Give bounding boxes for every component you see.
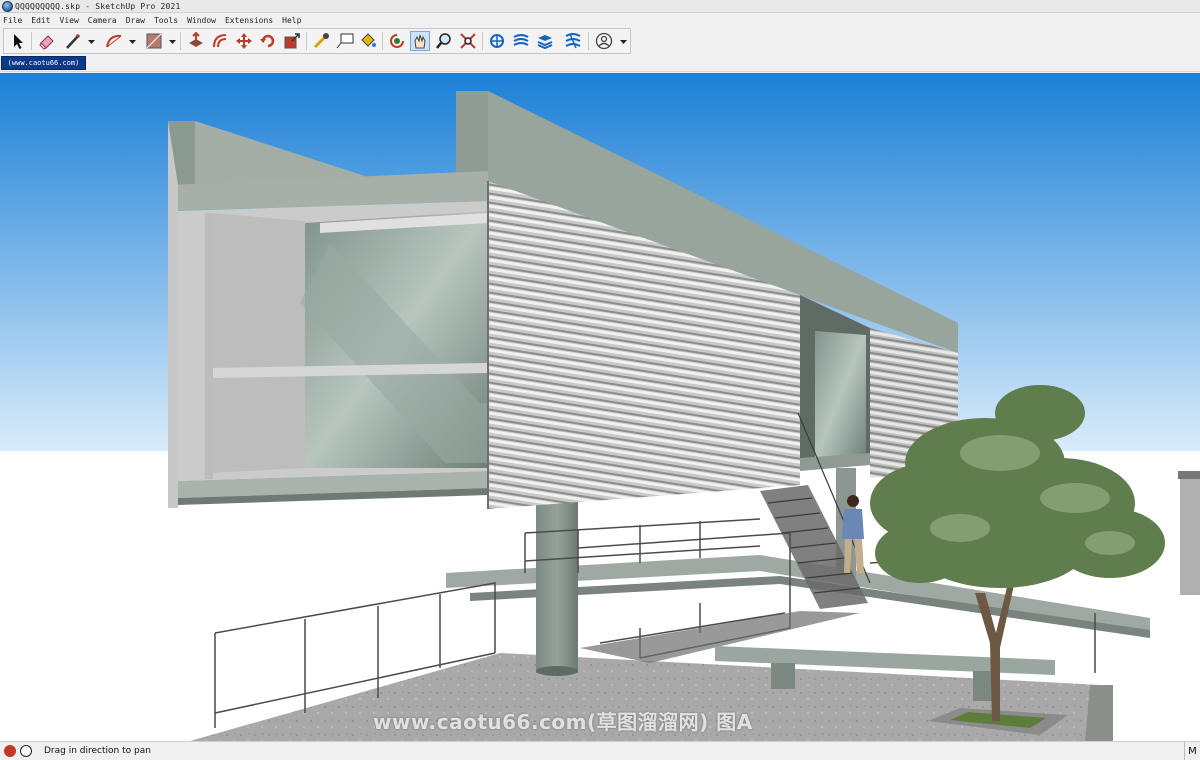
offset-icon xyxy=(213,34,227,48)
orbit-icon xyxy=(390,34,404,48)
zoom-icon xyxy=(436,33,451,49)
title-bar: QQQQQQQQQ.skp - SketchUp Pro 2021 xyxy=(0,0,1200,13)
menu-help[interactable]: Help xyxy=(282,16,301,25)
sketchup-app-icon xyxy=(2,0,13,12)
rotate-tool-button[interactable] xyxy=(258,31,278,51)
line-dropdown-icon[interactable] xyxy=(88,38,95,45)
orbit-tool-button[interactable] xyxy=(387,31,407,51)
move-icon xyxy=(236,33,252,49)
layout-button[interactable] xyxy=(535,31,555,51)
pan-icon xyxy=(414,34,426,49)
menu-extensions[interactable]: Extensions xyxy=(225,16,273,25)
move-tool-button[interactable] xyxy=(234,31,254,51)
line-tool-button[interactable] xyxy=(63,31,83,51)
select-icon xyxy=(14,34,23,49)
select-tool-button[interactable] xyxy=(8,31,28,51)
warehouse-icon xyxy=(490,34,504,48)
extension-manager-icon xyxy=(565,33,581,49)
status-message: Drag in direction to pan xyxy=(44,746,151,756)
extension-manager-button[interactable] xyxy=(563,31,583,51)
extension-warehouse-icon xyxy=(513,34,529,46)
menu-window[interactable]: Window xyxy=(187,16,216,25)
measurements-box[interactable]: M xyxy=(1184,742,1200,760)
geo-location-icon[interactable] xyxy=(4,745,16,757)
menu-edit[interactable]: Edit xyxy=(31,16,50,25)
toolbar xyxy=(0,27,1200,55)
warehouse-button[interactable] xyxy=(487,31,507,51)
window-title: QQQQQQQQQ.skp - SketchUp Pro 2021 xyxy=(15,1,181,11)
rectangle-icon xyxy=(146,33,162,49)
extension-warehouse-button[interactable] xyxy=(511,31,531,51)
arc-tool-button[interactable] xyxy=(104,31,124,51)
paint-bucket-icon xyxy=(361,33,376,47)
account-dropdown-icon[interactable] xyxy=(620,38,627,45)
paint-bucket-tool-button[interactable] xyxy=(358,31,378,51)
menu-camera[interactable]: Camera xyxy=(88,16,117,25)
menu-tools[interactable]: Tools xyxy=(154,16,178,25)
rectangle-tool-button[interactable] xyxy=(144,31,164,51)
info-icon[interactable] xyxy=(20,745,32,757)
zoom-tool-button[interactable] xyxy=(434,31,454,51)
zoom-extents-tool-button[interactable] xyxy=(458,31,478,51)
scene-tab[interactable]: (www.caotu66.com) xyxy=(1,56,86,70)
pan-tool-button[interactable] xyxy=(410,31,430,51)
status-bar: Drag in direction to pan M xyxy=(0,741,1200,760)
modeling-viewport[interactable]: www.caotu66.com(草图溜溜网) 图A xyxy=(0,73,1200,741)
arc-icon xyxy=(106,34,122,48)
push-pull-tool-button[interactable] xyxy=(186,31,206,51)
eraser-tool-button[interactable] xyxy=(37,31,57,51)
account-button[interactable] xyxy=(594,31,614,51)
text-icon xyxy=(336,33,354,49)
zoom-extents-icon xyxy=(460,33,476,49)
menu-bar: File Edit View Camera Draw Tools Window … xyxy=(0,13,1200,27)
text-tool-button[interactable] xyxy=(335,31,355,51)
menu-file[interactable]: File xyxy=(3,16,22,25)
tape-measure-icon xyxy=(313,33,329,49)
eraser-icon xyxy=(39,35,54,50)
menu-draw[interactable]: Draw xyxy=(126,16,145,25)
line-icon xyxy=(66,34,80,49)
arc-dropdown-icon[interactable] xyxy=(129,38,136,45)
scale-tool-button[interactable] xyxy=(282,31,302,51)
scale-icon xyxy=(284,33,300,49)
account-icon xyxy=(595,32,613,50)
layout-icon xyxy=(537,35,553,50)
rotate-icon xyxy=(260,34,275,48)
rectangle-dropdown-icon[interactable] xyxy=(169,38,176,45)
watermark-text: www.caotu66.com(草图溜溜网) 图A xyxy=(373,710,753,734)
menu-view[interactable]: View xyxy=(60,16,79,25)
scene-tab-bar: (www.caotu66.com) xyxy=(0,55,1200,72)
offset-tool-button[interactable] xyxy=(210,31,230,51)
model-scene xyxy=(0,73,1200,741)
tape-measure-tool-button[interactable] xyxy=(311,31,331,51)
push-pull-icon xyxy=(189,32,203,47)
